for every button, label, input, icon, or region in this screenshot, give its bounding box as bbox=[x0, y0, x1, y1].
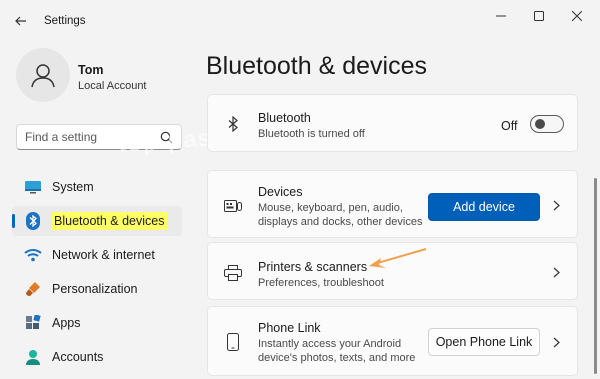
close-icon bbox=[572, 11, 582, 21]
bluetooth-toggle[interactable] bbox=[530, 115, 564, 133]
maximize-icon bbox=[534, 11, 544, 21]
chevron-right-icon[interactable] bbox=[551, 265, 561, 279]
page-title: Bluetooth & devices bbox=[206, 52, 427, 80]
card-title: Bluetooth bbox=[258, 111, 311, 125]
card-subtitle: Bluetooth is turned off bbox=[258, 128, 365, 140]
card-subtitle-line2: device's photos, texts, and more bbox=[258, 352, 416, 364]
card-subtitle: Preferences, troubleshoot bbox=[258, 277, 384, 289]
avatar[interactable] bbox=[16, 48, 70, 102]
profile-name: Tom bbox=[78, 63, 104, 77]
bluetooth-card[interactable]: Bluetooth Bluetooth is turned off Off bbox=[207, 94, 578, 152]
brush-icon bbox=[24, 280, 42, 298]
minimize-icon bbox=[496, 15, 506, 17]
sidebar-item-label: Network & internet bbox=[52, 248, 155, 262]
bluetooth-icon bbox=[24, 212, 42, 230]
open-phone-link-button[interactable]: Open Phone Link bbox=[428, 328, 540, 356]
app-title: Settings bbox=[44, 15, 86, 27]
card-title: Phone Link bbox=[258, 321, 321, 335]
sidebar-item-network-internet[interactable]: Network & internet bbox=[12, 240, 182, 270]
phone-link-card[interactable]: Phone Link Instantly access your Android… bbox=[207, 306, 578, 376]
sidebar-item-personalization[interactable]: Personalization bbox=[12, 274, 182, 304]
phone-icon bbox=[224, 333, 242, 351]
user-icon bbox=[31, 64, 55, 88]
active-indicator bbox=[12, 214, 15, 228]
sidebar-item-label: Personalization bbox=[52, 282, 138, 296]
chevron-right-icon[interactable] bbox=[551, 335, 561, 349]
back-arrow-icon bbox=[15, 16, 26, 26]
annotation-arrow-icon bbox=[369, 248, 427, 268]
card-subtitle-line2: displays and docks, other devices bbox=[258, 216, 423, 228]
add-device-button[interactable]: Add device bbox=[428, 193, 540, 221]
scrollbar[interactable] bbox=[594, 178, 597, 374]
printer-icon bbox=[224, 264, 242, 282]
sidebar-item-label: System bbox=[52, 180, 94, 194]
card-title: Printers & scanners bbox=[258, 260, 368, 274]
card-subtitle-line1: Instantly access your Android bbox=[258, 338, 402, 350]
monitor-icon bbox=[24, 178, 42, 196]
profile-account-type: Local Account bbox=[78, 80, 147, 92]
back-button[interactable] bbox=[10, 10, 32, 32]
card-title: Devices bbox=[258, 185, 303, 199]
chevron-right-icon[interactable] bbox=[551, 198, 561, 212]
sidebar-item-apps[interactable]: Apps bbox=[12, 308, 182, 338]
keyboard-mouse-icon bbox=[224, 197, 242, 215]
toggle-knob bbox=[535, 119, 545, 129]
card-subtitle-line1: Mouse, keyboard, pen, audio, bbox=[258, 202, 403, 214]
maximize-button[interactable] bbox=[526, 6, 552, 26]
sidebar-item-accounts[interactable]: Accounts bbox=[12, 342, 182, 372]
sidebar-item-label: Apps bbox=[52, 316, 81, 330]
person-icon bbox=[24, 348, 42, 366]
devices-card[interactable]: Devices Mouse, keyboard, pen, audio, dis… bbox=[207, 170, 578, 238]
title-bar: Settings bbox=[0, 0, 600, 40]
bluetooth-icon bbox=[224, 115, 242, 133]
toggle-state-label: Off bbox=[501, 119, 518, 133]
sidebar-item-bluetooth-devices[interactable]: Bluetooth & devices bbox=[12, 206, 182, 236]
apps-icon bbox=[24, 314, 42, 332]
sidebar-item-label: Bluetooth & devices bbox=[52, 212, 167, 230]
close-button[interactable] bbox=[564, 6, 590, 26]
sidebar-item-system[interactable]: System bbox=[12, 172, 182, 202]
wifi-icon bbox=[24, 246, 42, 264]
sidebar-item-label: Accounts bbox=[52, 350, 104, 364]
minimize-button[interactable] bbox=[488, 6, 514, 26]
